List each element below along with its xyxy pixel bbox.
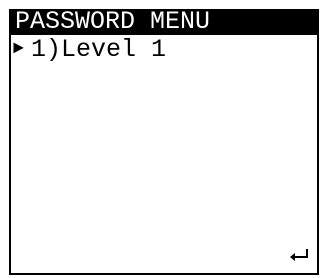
menu-item-label: 1)Level 1 <box>31 34 167 64</box>
lcd-screen: PASSWORD MENU ► 1)Level 1 <box>9 9 319 275</box>
selection-pointer-icon: ► <box>13 39 24 59</box>
menu-item-level-1[interactable]: ► 1)Level 1 <box>13 34 167 64</box>
menu-title: PASSWORD MENU <box>11 9 317 35</box>
enter-return-icon[interactable] <box>289 248 309 262</box>
